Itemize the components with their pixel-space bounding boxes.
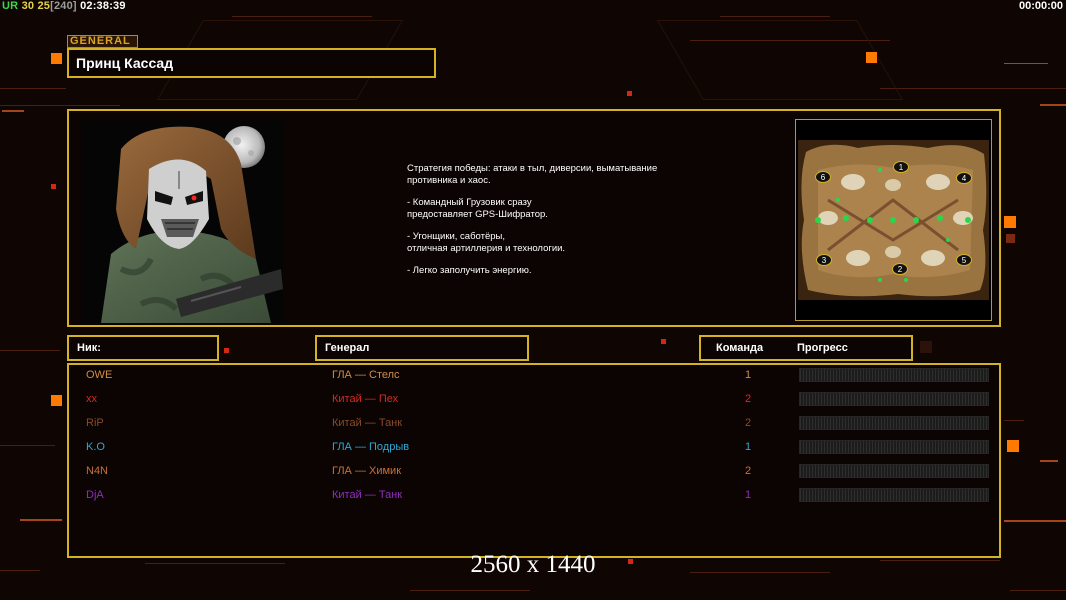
player-nick: OWE — [86, 369, 113, 381]
player-row: K.O ГЛА — Подрыв 1 — [69, 438, 999, 458]
player-general: Китай — Танк — [332, 489, 403, 501]
general-info-panel: Стратегия победы: атаки в тыл, диверсии,… — [67, 109, 1001, 327]
player-row: OWE ГЛА — Стелс 1 — [69, 366, 999, 386]
player-team: 1 — [745, 441, 752, 453]
header-team-label: Команда — [716, 342, 764, 354]
player-nick: DjA — [86, 489, 104, 501]
player-progress-bar — [799, 392, 989, 406]
general-description: Стратегия победы: атаки в тыл, диверсии,… — [407, 163, 707, 288]
hud-value-b: 25 — [37, 0, 51, 12]
hud-value-c: [240] — [50, 0, 77, 12]
player-nick: K.O — [86, 441, 105, 453]
header-team-progress: Команда Прогресс — [699, 335, 913, 361]
player-row: DjA Китай — Танк 1 — [69, 486, 999, 506]
description-line: Стратегия победы: атаки в тыл, диверсии,… — [407, 163, 658, 186]
player-row: RiP Китай — Танк 2 — [69, 414, 999, 434]
player-general: ГЛА — Химик — [332, 465, 402, 477]
map-slot: 4 — [956, 172, 972, 184]
players-panel: OWE ГЛА — Стелс 1 xx Китай — Пех 2 RiP Китай — … — [67, 363, 1001, 558]
player-nick: xx — [86, 393, 97, 405]
player-progress-bar — [799, 464, 989, 478]
player-team: 1 — [745, 369, 752, 381]
header-general-label: Генерал — [325, 342, 370, 354]
header-general: Генерал — [315, 335, 529, 361]
player-progress-bar — [799, 440, 989, 454]
header-nick-label: Ник: — [77, 342, 101, 354]
hud-stats: UR 30 25[240] 02:38:39 — [2, 0, 126, 12]
player-progress-bar — [799, 368, 989, 382]
general-tag: GENERAL — [67, 35, 138, 48]
player-progress-bar — [799, 488, 989, 502]
map-slot: 3 — [816, 254, 832, 266]
player-row: xx Китай — Пех 2 — [69, 390, 999, 410]
map-preview: 1 2 3 4 5 6 — [795, 119, 992, 321]
resolution-label: 2560 x 1440 — [470, 551, 596, 578]
player-general: Китай — Танк — [332, 417, 403, 429]
player-team: 2 — [745, 393, 752, 405]
hud-value-a: 30 — [21, 0, 35, 12]
player-team: 2 — [745, 417, 752, 429]
description-line: - Легко заполучить энергию. — [407, 265, 532, 276]
header-nick: Ник: — [67, 335, 219, 361]
player-team: 1 — [745, 489, 752, 501]
map-slot: 1 — [893, 161, 909, 173]
player-general: Китай — Пех — [332, 393, 399, 405]
player-nick: RiP — [86, 417, 104, 429]
map-slot: 6 — [815, 171, 831, 183]
map-slot: 5 — [956, 254, 972, 266]
description-line: - Командный Грузовик сразу предоставляет… — [407, 197, 548, 220]
portrait-image — [81, 119, 283, 323]
general-name-panel: Принц Кассад — [67, 48, 436, 78]
player-general: ГЛА — Стелс — [332, 369, 400, 381]
hud-clock-left: 02:38:39 — [80, 0, 126, 12]
header-progress-label: Прогресс — [797, 342, 848, 354]
description-line: - Угонщики, саботёры, отличная артиллери… — [407, 231, 566, 254]
player-general: ГЛА — Подрыв — [332, 441, 410, 453]
player-nick: N4N — [86, 465, 109, 477]
general-portrait — [81, 119, 283, 323]
general-name: Принц Кассад — [76, 55, 174, 71]
player-team: 2 — [745, 465, 752, 477]
hud-clock-right: 00:00:00 — [1018, 0, 1063, 12]
map-slot: 2 — [892, 263, 908, 275]
hud-ur-label: UR — [2, 0, 19, 12]
player-progress-bar — [799, 416, 989, 430]
player-row: N4N ГЛА — Химик 2 — [69, 462, 999, 482]
